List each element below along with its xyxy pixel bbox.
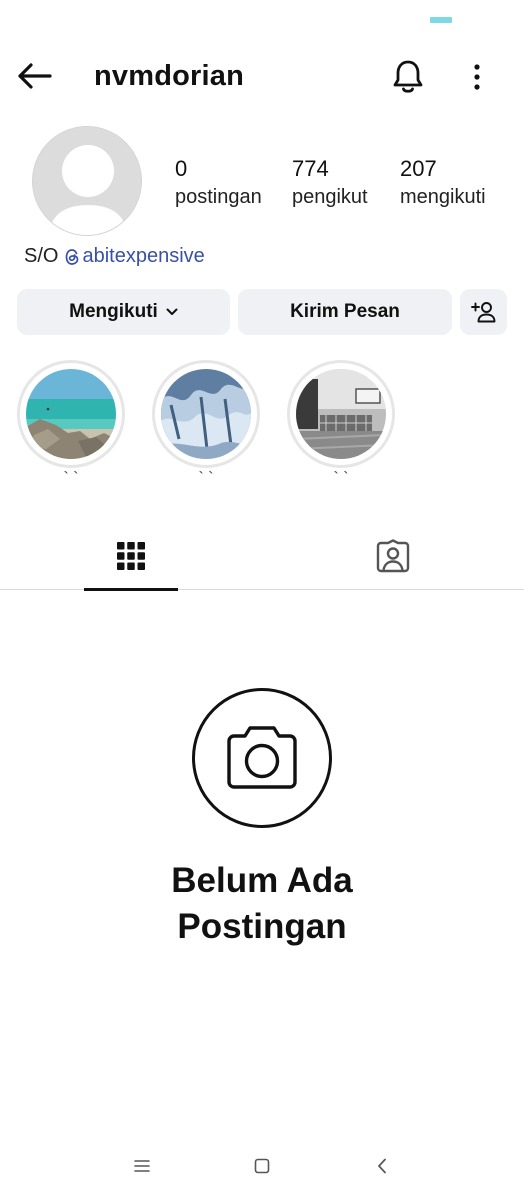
- highlight-ring: [287, 360, 395, 468]
- tab-posts-grid[interactable]: [81, 522, 181, 591]
- home-square-icon: [254, 1158, 270, 1174]
- stat-following[interactable]: 207 mengikuti: [400, 156, 486, 212]
- empty-state-title: Belum Ada Postingan: [171, 861, 353, 946]
- send-message-button[interactable]: Kirim Pesan: [238, 289, 452, 335]
- highlight-caption: ` `: [333, 470, 349, 487]
- bell-icon: [393, 60, 423, 93]
- status-indicator: [430, 17, 452, 23]
- story-highlight[interactable]: ` `: [17, 360, 125, 488]
- empty-state-camera-circle: [192, 688, 332, 828]
- stat-posts-label: postingan: [175, 186, 262, 208]
- grid-icon: [117, 542, 145, 570]
- stat-followers[interactable]: 774 pengikut: [292, 156, 368, 212]
- highlight-caption: ` `: [63, 470, 79, 487]
- highlight-caption: ` `: [198, 470, 214, 487]
- system-back-button[interactable]: [362, 1148, 402, 1184]
- back-arrow-icon: [18, 63, 52, 89]
- tagged-person-icon: [376, 539, 410, 573]
- stat-posts-value: 0: [175, 156, 188, 181]
- highlight-image-room: [296, 369, 386, 459]
- send-message-button-label: Kirim Pesan: [290, 301, 400, 322]
- menu-icon: [134, 1160, 150, 1172]
- highlight-image-beach: [26, 369, 116, 459]
- more-options-button[interactable]: [462, 56, 492, 98]
- more-vertical-icon: [474, 64, 480, 90]
- camera-icon: [227, 726, 297, 789]
- bio-mention-link[interactable]: abitexpensive: [64, 245, 205, 268]
- empty-posts-state: Belum Ada Postingan: [0, 688, 524, 950]
- stat-followers-value: 774: [292, 156, 329, 181]
- bio-mention-text: abitexpensive: [82, 245, 205, 267]
- active-tab-indicator: [84, 588, 178, 591]
- add-person-icon: [470, 302, 495, 323]
- highlight-ring: [152, 360, 260, 468]
- stat-followers-label: pengikut: [292, 186, 368, 208]
- bio-text: S/O: [24, 245, 59, 267]
- profile-header: nvmdorian: [0, 52, 524, 102]
- notifications-button[interactable]: [388, 56, 428, 98]
- default-avatar-icon: [33, 127, 141, 235]
- back-button[interactable]: [14, 58, 54, 94]
- highlight-ring: [17, 360, 125, 468]
- stat-following-label: mengikuti: [400, 186, 486, 208]
- profile-tabs: [0, 522, 524, 591]
- chevron-down-icon: [166, 308, 178, 315]
- recent-apps-button[interactable]: [122, 1148, 162, 1184]
- profile-avatar[interactable]: [32, 126, 142, 236]
- story-highlight[interactable]: ` `: [287, 360, 395, 488]
- stat-posts[interactable]: 0 postingan: [175, 156, 262, 212]
- following-button[interactable]: Mengikuti: [17, 289, 230, 335]
- following-button-label: Mengikuti: [69, 301, 158, 322]
- threads-icon: [66, 248, 79, 265]
- home-button[interactable]: [242, 1148, 282, 1184]
- suggest-people-button[interactable]: [460, 289, 507, 335]
- highlight-image-frost: [161, 369, 251, 459]
- profile-username: nvmdorian: [94, 60, 245, 92]
- back-chevron-icon: [378, 1158, 386, 1174]
- tab-tagged[interactable]: [343, 522, 443, 590]
- profile-bio: S/O abitexpensive: [24, 245, 205, 268]
- stat-following-value: 207: [400, 156, 437, 181]
- story-highlight[interactable]: ` `: [152, 360, 260, 488]
- system-navigation-bar: [0, 1148, 524, 1184]
